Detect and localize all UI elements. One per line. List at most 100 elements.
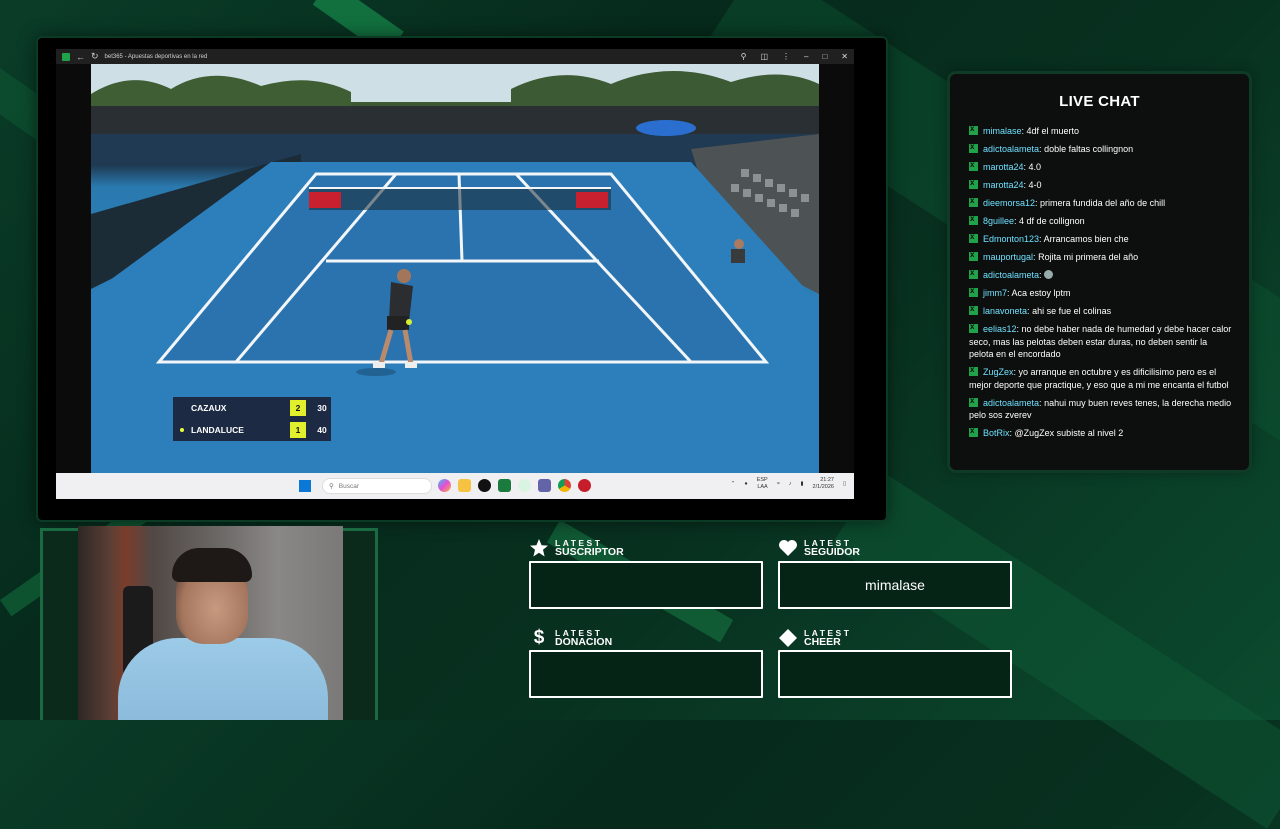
chat-message: ZugZex: yo arranque en octubre y es difi…	[969, 364, 1234, 391]
latest-cheer-box	[778, 650, 1012, 698]
notifications-icon[interactable]: ▯	[843, 481, 846, 487]
chevron-up-icon[interactable]: ⌃	[731, 481, 736, 487]
latest-suscriptor-label: LATEST SUSCRIPTOR	[529, 538, 624, 558]
video-letterbox-right	[819, 64, 854, 474]
taskbar-clock[interactable]: 21:27 2/1/2026	[813, 477, 834, 491]
latest-donacion-box	[529, 650, 763, 698]
chat-username[interactable]: lanavoneta	[983, 306, 1027, 316]
chat-username[interactable]: marotta24	[983, 162, 1024, 172]
chat-username[interactable]: marotta24	[983, 180, 1024, 190]
chat-message: adictoalameta: doble faltas collingnon	[969, 141, 1234, 156]
kick-badge-icon	[969, 195, 978, 208]
player-points: 30	[317, 403, 327, 413]
chat-message: mimalase: 4df el muerto	[969, 123, 1234, 138]
browser-window: ← ↻ bet365 - Apuestas deportivas en la r…	[56, 49, 854, 499]
chat-emote-icon	[1044, 270, 1054, 279]
chat-username[interactable]: adictoalameta	[983, 398, 1039, 408]
player-name: LANDALUCE	[191, 425, 244, 435]
chat-message: BotRix: @ZugZex subiste al nivel 2	[969, 425, 1234, 440]
kick-badge-icon	[969, 303, 978, 316]
back-icon[interactable]: ←	[76, 52, 85, 62]
heart-icon	[779, 540, 797, 556]
zoom-icon[interactable]: ⚲	[741, 52, 747, 61]
wifi-icon[interactable]: ≈	[777, 481, 780, 487]
browser-titlebar: ← ↻ bet365 - Apuestas deportivas en la r…	[56, 49, 854, 64]
tiktok-icon[interactable]	[478, 479, 491, 492]
close-icon[interactable]: ✕	[841, 52, 848, 61]
chat-username[interactable]: Edmonton123	[983, 234, 1039, 244]
chat-message: adictoalameta: nahui muy buen reves tene…	[969, 395, 1234, 422]
refresh-icon[interactable]: ↻	[91, 51, 99, 62]
bet365-favicon-icon	[62, 52, 70, 61]
whatsapp-icon[interactable]	[518, 479, 531, 492]
chat-text: @ZugZex subiste al nivel 2	[1012, 428, 1124, 438]
minimize-icon[interactable]: –	[804, 52, 808, 61]
language-layout: LAA	[757, 484, 768, 490]
chat-username[interactable]: mauportugal	[983, 252, 1033, 262]
chat-message: dieemorsa12: primera fundida del año de …	[969, 195, 1234, 210]
copilot-icon[interactable]	[438, 479, 451, 492]
chat-text: 4 df de collignon	[1016, 216, 1085, 226]
chat-message: marotta24: 4.0	[969, 159, 1234, 174]
windows-start-icon[interactable]	[299, 480, 311, 492]
kick-badge-icon	[969, 425, 978, 438]
chat-username[interactable]: jimm7	[983, 288, 1007, 298]
latest-seguidor-box: mimalase	[778, 561, 1012, 609]
chat-username[interactable]: adictoalameta	[983, 144, 1039, 154]
kick-badge-icon	[969, 177, 978, 190]
tennis-video-stream[interactable]: CAZAUX 2 30 LANDALUCE 1 40	[91, 64, 819, 474]
chat-text: Rojita mi primera del año	[1035, 252, 1139, 262]
player-points: 40	[317, 425, 327, 435]
chat-text: Aca estoy lptm	[1009, 288, 1071, 298]
teams-icon[interactable]	[538, 479, 551, 492]
taskbar-apps	[438, 479, 591, 492]
chat-text: 4.0	[1026, 162, 1042, 172]
extensions-icon[interactable]: ◫	[760, 52, 768, 61]
live-chat-panel: LIVE CHAT mimalase: 4df el muerto adicto…	[950, 74, 1249, 470]
chat-text: Arrancamos bien che	[1041, 234, 1129, 244]
latest-suscriptor-box	[529, 561, 763, 609]
clock-time: 21:27	[820, 477, 834, 483]
player-name: CAZAUX	[191, 403, 227, 413]
taskbar-search[interactable]: ⚲ Buscar	[322, 478, 432, 494]
restore-icon[interactable]: □	[822, 52, 827, 61]
scoreboard-row: LANDALUCE 1 40	[173, 419, 331, 441]
latest-big: DONACION	[555, 636, 613, 648]
chat-title: LIVE CHAT	[1059, 93, 1140, 110]
chat-username[interactable]: eelias12	[983, 324, 1017, 334]
app-badge-icon[interactable]	[578, 479, 591, 492]
chat-username[interactable]: ZugZex	[983, 367, 1014, 377]
chat-message: Edmonton123: Arrancamos bien che	[969, 231, 1234, 246]
chat-username[interactable]: 8guillee	[983, 216, 1014, 226]
diamond-icon	[779, 629, 797, 647]
kick-badge-icon	[969, 395, 978, 407]
chat-text: 4-0	[1026, 180, 1042, 190]
chat-text: 4df el muerto	[1024, 126, 1080, 136]
chat-message: adictoalameta:	[969, 267, 1234, 282]
latest-big: SUSCRIPTOR	[555, 546, 624, 558]
kick-badge-icon	[969, 159, 978, 172]
file-explorer-icon[interactable]	[458, 479, 471, 492]
volume-icon[interactable]: ♪	[789, 481, 792, 487]
streamer-shirt	[118, 638, 328, 720]
more-menu-icon[interactable]: ⋮	[782, 52, 790, 61]
chat-username[interactable]: BotRix	[983, 428, 1010, 438]
latest-big: SEGUIDOR	[804, 546, 861, 558]
search-placeholder: Buscar	[338, 482, 359, 490]
latest-cheer-label: LATEST CHEER	[778, 628, 851, 648]
chat-username[interactable]: mimalase	[983, 126, 1022, 136]
language-indicator[interactable]: ESP LAA	[757, 477, 768, 491]
bet365-app-icon[interactable]	[498, 479, 511, 492]
chat-text: ahi se fue el colinas	[1029, 306, 1112, 316]
kick-badge-icon	[969, 321, 978, 334]
chat-username[interactable]: adictoalameta	[983, 270, 1039, 280]
chrome-icon[interactable]	[558, 479, 571, 492]
microphone-icon[interactable]: ●	[744, 481, 747, 487]
chat-username[interactable]: dieemorsa12	[983, 198, 1035, 208]
chat-message: mauportugal: Rojita mi primera del año	[969, 249, 1234, 264]
dollar-icon: $	[533, 627, 545, 648]
chat-message-list[interactable]: mimalase: 4df el muerto adictoalameta: d…	[969, 123, 1234, 445]
battery-icon[interactable]: ▮	[801, 481, 804, 487]
chat-text: doble faltas collingnon	[1041, 144, 1134, 154]
streamer-hair	[172, 548, 252, 582]
